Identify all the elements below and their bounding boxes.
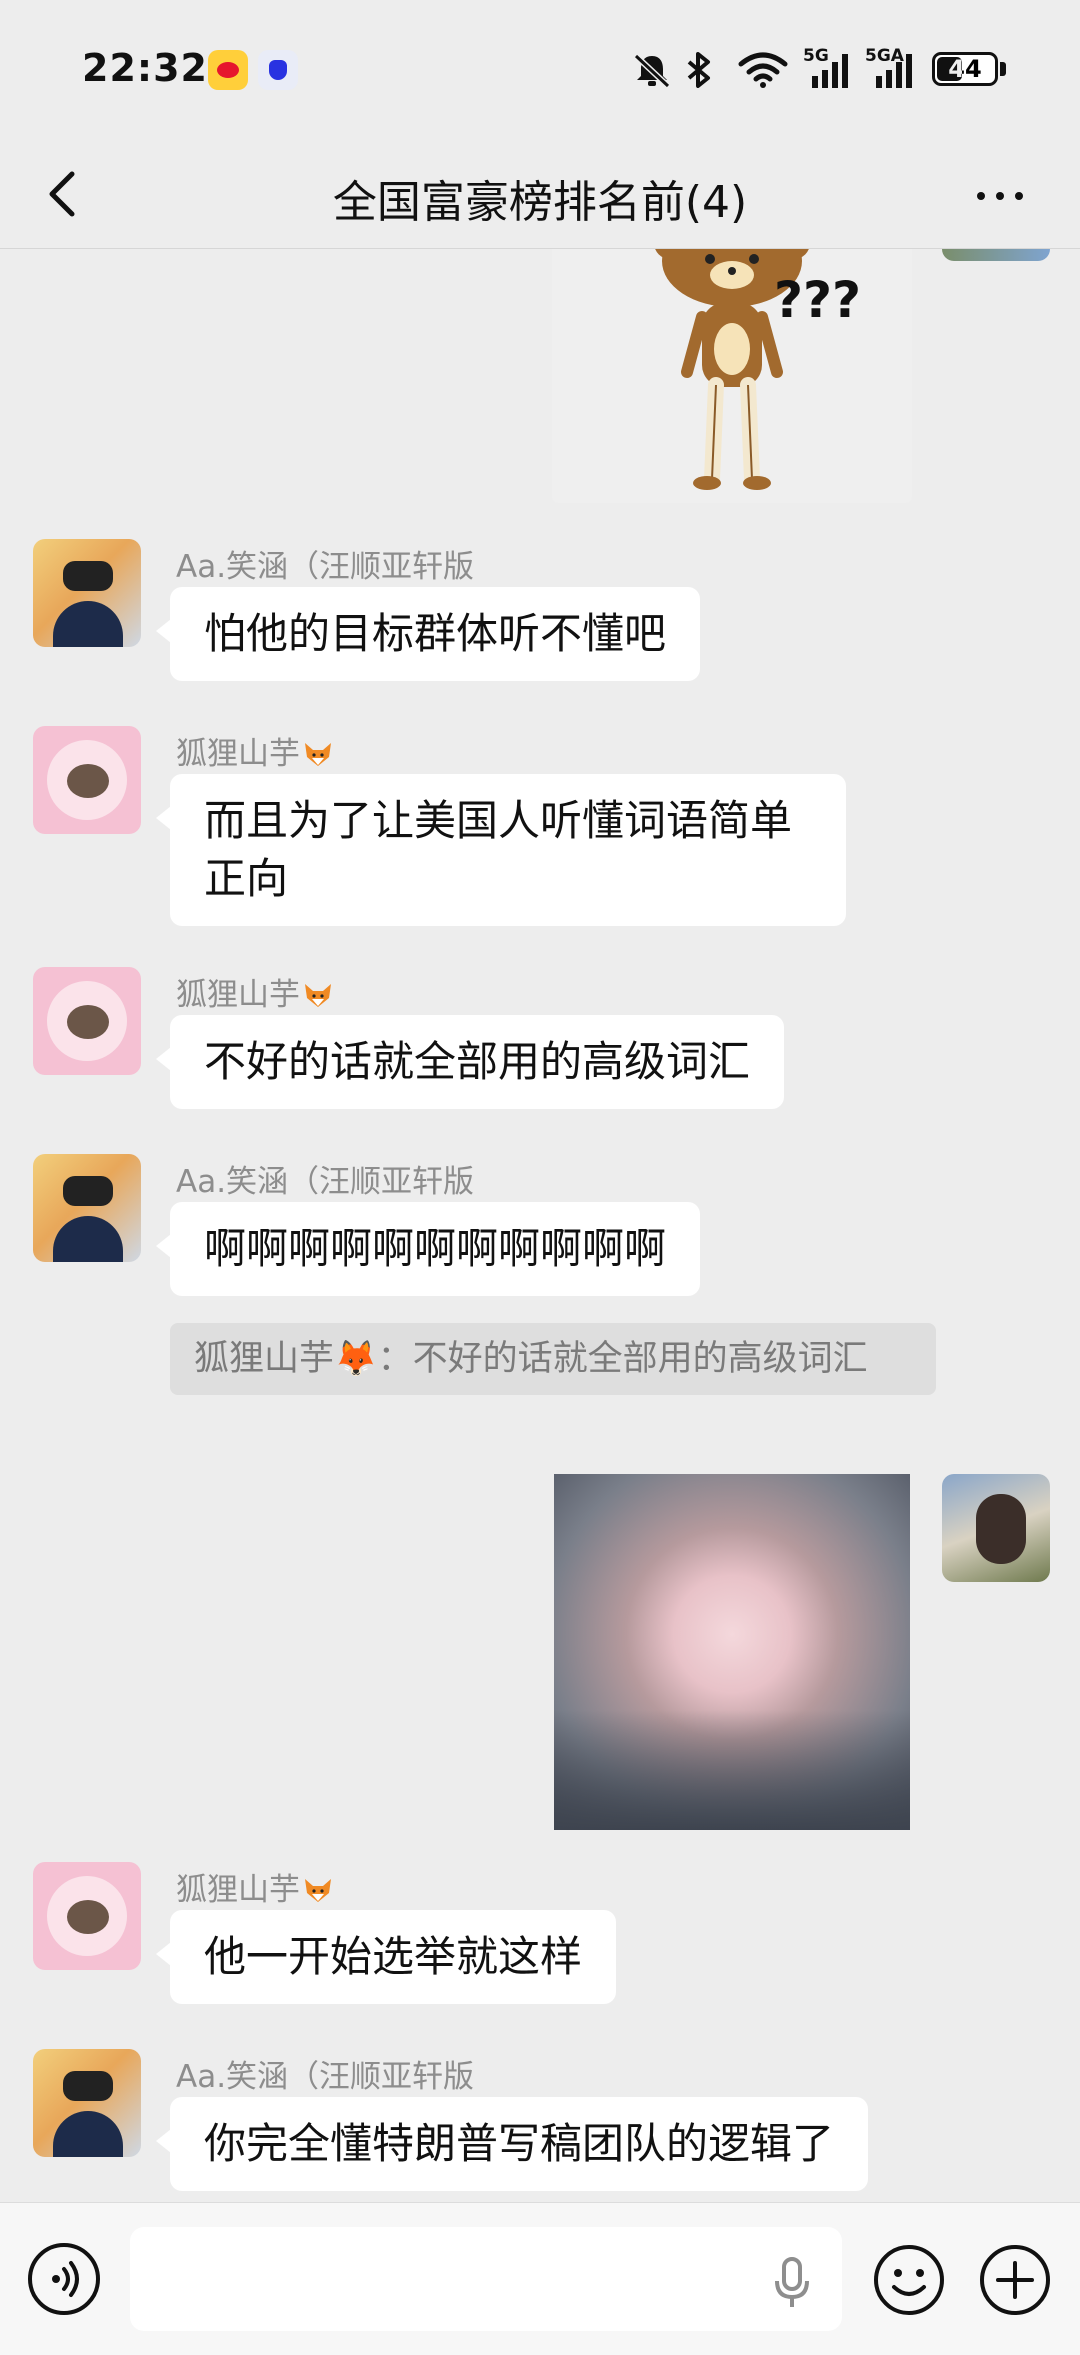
battery-percent: 44 (948, 55, 982, 83)
input-bar (0, 2202, 1080, 2355)
sender-name: 狐狸山芋 (176, 969, 333, 1014)
more-dots-icon (977, 192, 985, 200)
wifi-icon (738, 52, 788, 88)
message-bubble[interactable]: 啊啊啊啊啊啊啊啊啊啊啊 (155, 1202, 701, 1296)
battery-icon: 44 (932, 52, 998, 86)
sender-name-text: 狐狸山芋 (176, 736, 300, 772)
bear-sticker[interactable]: ??? (552, 249, 912, 503)
battery-cap (1000, 62, 1006, 76)
message-bubble[interactable]: 你完全懂特朗普写稿团队的逻辑了 (155, 2097, 869, 2191)
avatar[interactable] (33, 1862, 141, 1970)
sender-name-text: 狐狸山芋 (176, 1872, 300, 1908)
message-bubble[interactable]: 不好的话就全部用的高级词汇 (155, 1015, 785, 1109)
avatar[interactable] (942, 1474, 1050, 1582)
message-input[interactable] (130, 2227, 842, 2331)
avatar[interactable] (33, 1154, 141, 1262)
microphone-icon[interactable] (772, 2255, 812, 2309)
voice-button[interactable] (28, 2243, 100, 2315)
emoji-button[interactable] (872, 2243, 946, 2317)
sender-name: 狐狸山芋 (176, 1864, 333, 1909)
plus-button[interactable] (978, 2243, 1052, 2317)
avatar[interactable] (33, 726, 141, 834)
baidu-icon (258, 50, 298, 90)
voice-icon (52, 2261, 79, 2297)
image-message[interactable] (554, 1474, 910, 1830)
fox-emoji-icon (305, 743, 331, 766)
message-bubble[interactable]: 怕他的目标群体听不懂吧 (155, 587, 701, 681)
avatar[interactable] (33, 2049, 141, 2157)
sender-name-text: 狐狸山芋 (176, 977, 300, 1013)
fox-emoji-icon (305, 1879, 331, 1902)
avatar[interactable] (33, 967, 141, 1075)
message-bubble[interactable]: 他一开始选举就这样 (155, 1910, 617, 2004)
chat-title: 全国富豪榜排名前(4) (332, 177, 748, 228)
avatar[interactable] (942, 249, 1050, 261)
weibo-icon (208, 50, 248, 90)
sender-name: Aa.笑涵（汪顺亚轩版 (176, 2059, 475, 2095)
sender-name: Aa.笑涵（汪顺亚轩版 (176, 549, 475, 585)
quoted-message[interactable]: 狐狸山芋🦊：不好的话就全部用的高级词汇 (170, 1323, 936, 1395)
bluetooth-icon (687, 52, 710, 88)
svg-text:???: ??? (774, 271, 861, 329)
mute-icon (633, 53, 671, 88)
signal-icon (876, 54, 912, 88)
sender-name: 狐狸山芋 (176, 728, 333, 773)
fox-emoji-icon (305, 984, 331, 1007)
chat-header: 全国富豪榜排名前(4) (0, 140, 1080, 249)
more-button[interactable] (965, 170, 1035, 220)
status-time: 22:32 (82, 46, 208, 90)
bear-sticker-image: ??? (552, 249, 912, 503)
message-bubble[interactable]: 而且为了让美国人听懂词语简单正向 (156, 774, 846, 926)
message-list[interactable]: ??? Aa.笑涵（汪顺亚轩版 怕他的目标群体听不懂吧 狐狸山芋 而且为了让美国… (0, 249, 1080, 2201)
sender-name: Aa.笑涵（汪顺亚轩版 (176, 1164, 475, 1200)
signal-icon (812, 54, 848, 88)
avatar[interactable] (33, 539, 141, 647)
status-bar: 22:32 5G 5GA 44 (0, 0, 1080, 140)
